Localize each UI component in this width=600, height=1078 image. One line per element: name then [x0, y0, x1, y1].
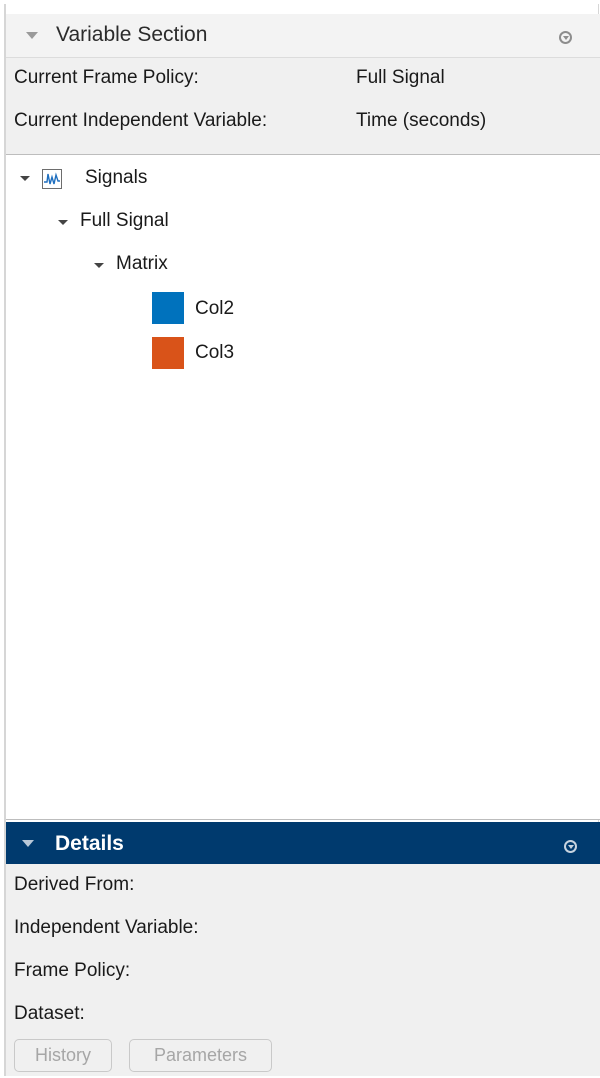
section-options-icon[interactable]	[559, 31, 572, 44]
col2-color-swatch	[152, 292, 184, 324]
expand-matrix-icon[interactable]	[94, 263, 104, 268]
independent-variable-detail-label: Independent Variable:	[14, 917, 199, 938]
variable-info-panel: Current Frame Policy: Full Signal Curren…	[6, 58, 600, 154]
details-panel: Derived From: Independent Variable: Fram…	[6, 864, 600, 1076]
expand-signals-icon[interactable]	[20, 176, 30, 181]
frame-policy-value: Full Signal	[356, 67, 445, 88]
frame-policy-detail-label: Frame Policy:	[14, 960, 131, 981]
derived-from-label: Derived From:	[14, 874, 135, 895]
parameters-button[interactable]: Parameters	[129, 1039, 272, 1072]
variable-browser-panel: Variable Section Current Frame Policy: F…	[4, 4, 600, 1076]
tree-node-matrix[interactable]: Matrix	[116, 253, 168, 275]
signal-tree[interactable]: Signals Full Signal Matrix Col2 Col3	[6, 154, 600, 820]
tree-node-col2[interactable]: Col2	[195, 298, 234, 320]
dataset-label: Dataset:	[14, 1003, 85, 1024]
frame-policy-label: Current Frame Policy:	[14, 67, 199, 88]
tree-node-col3[interactable]: Col3	[195, 342, 234, 364]
collapse-triangle-icon[interactable]	[22, 840, 34, 847]
collapse-triangle-icon[interactable]	[26, 32, 38, 39]
independent-variable-label: Current Independent Variable:	[14, 110, 268, 131]
independent-variable-value: Time (seconds)	[356, 110, 487, 131]
variable-section-title: Variable Section	[56, 23, 208, 46]
tree-node-signals[interactable]: Signals	[85, 167, 147, 189]
history-button[interactable]: History	[14, 1039, 112, 1072]
details-title: Details	[55, 832, 124, 855]
details-options-icon[interactable]	[564, 840, 577, 853]
expand-full-signal-icon[interactable]	[58, 220, 68, 225]
col3-color-swatch	[152, 337, 184, 369]
details-header[interactable]: Details	[6, 822, 600, 864]
tree-node-full-signal[interactable]: Full Signal	[80, 210, 169, 232]
signal-waveform-icon	[42, 169, 62, 189]
variable-section-header[interactable]: Variable Section	[6, 14, 600, 58]
